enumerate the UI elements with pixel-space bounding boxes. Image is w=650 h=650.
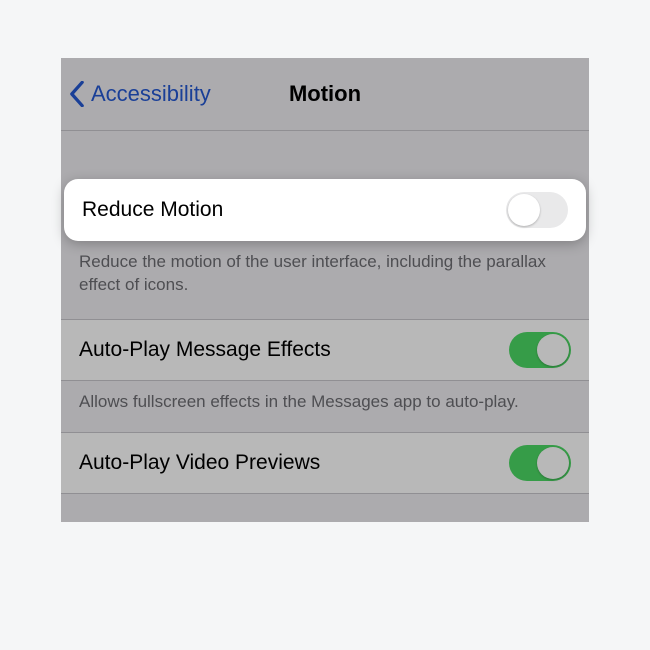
footer-reduce-motion: Reduce the motion of the user interface,… xyxy=(61,241,589,319)
row-label: Reduce Motion xyxy=(82,198,223,222)
section-spacer xyxy=(61,131,589,179)
row-auto-play-message-effects[interactable]: Auto-Play Message Effects xyxy=(61,319,589,381)
settings-screen: Accessibility Motion Reduce Motion Reduc… xyxy=(61,58,589,522)
nav-bar: Accessibility Motion xyxy=(61,58,589,131)
row-label: Auto-Play Video Previews xyxy=(79,451,320,475)
toggle-knob xyxy=(537,447,569,479)
toggle-knob xyxy=(508,194,540,226)
toggle-reduce-motion[interactable] xyxy=(506,192,568,228)
footer-auto-play-message-effects: Allows fullscreen effects in the Message… xyxy=(61,381,589,432)
row-auto-play-video-previews[interactable]: Auto-Play Video Previews xyxy=(61,432,589,494)
back-label: Accessibility xyxy=(91,81,211,107)
toggle-knob xyxy=(537,334,569,366)
toggle-auto-play-message-effects[interactable] xyxy=(509,332,571,368)
section-spacer xyxy=(61,494,589,522)
toggle-auto-play-video-previews[interactable] xyxy=(509,445,571,481)
row-label: Auto-Play Message Effects xyxy=(79,338,331,362)
row-reduce-motion[interactable]: Reduce Motion xyxy=(64,179,586,241)
chevron-left-icon xyxy=(69,81,85,107)
back-button[interactable]: Accessibility xyxy=(69,81,211,107)
